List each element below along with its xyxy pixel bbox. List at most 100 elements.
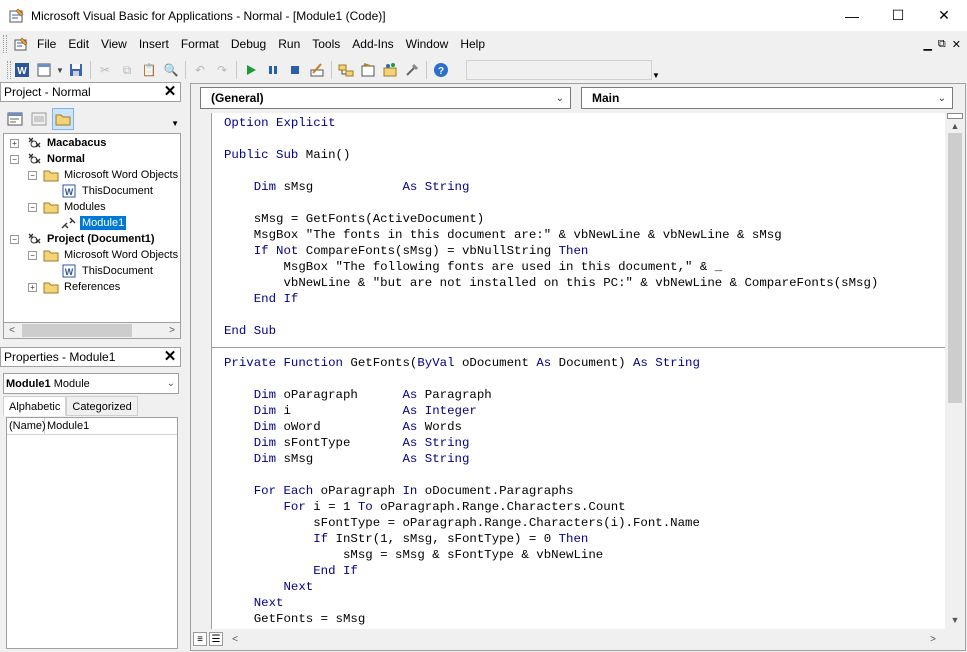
code-line[interactable]: Public Sub Main() xyxy=(224,147,350,163)
code-line[interactable]: End If xyxy=(224,563,358,579)
menu-run[interactable]: Run xyxy=(272,31,306,57)
code-line[interactable]: sMsg = sMsg & sFontType & vbNewLine xyxy=(224,547,603,563)
code-line[interactable]: If InStr(1, sMsg, sFontType) = 0 Then xyxy=(224,531,588,547)
maximize-button[interactable]: ☐ xyxy=(875,0,921,31)
code-line[interactable]: For Each oParagraph In oDocument.Paragra… xyxy=(224,483,574,499)
collapse-minus-icon[interactable]: − xyxy=(10,155,19,164)
collapse-minus-icon[interactable]: − xyxy=(10,235,19,244)
code-editor[interactable]: Option Explicit Public Sub Main() Dim sMs… xyxy=(211,113,946,629)
project-tree-hscrollbar[interactable]: < > xyxy=(3,322,181,339)
menu-edit[interactable]: Edit xyxy=(62,31,95,57)
code-line[interactable]: MsgBox "The fonts in this document are:"… xyxy=(224,227,782,243)
toolbar-options-icon[interactable]: ▼ xyxy=(652,60,662,80)
minimize-button[interactable]: — xyxy=(829,0,875,31)
chevron-down-icon[interactable]: ⌄ xyxy=(556,93,564,104)
margin-indicator-bar[interactable] xyxy=(193,113,211,629)
code-line[interactable]: End Sub xyxy=(224,323,276,339)
view-object-icon[interactable] xyxy=(28,108,50,130)
scroll-left-icon[interactable]: < xyxy=(227,634,243,645)
collapse-minus-icon[interactable]: − xyxy=(28,203,37,212)
copy-icon[interactable]: ⧉ xyxy=(116,59,138,81)
mdi-close-button[interactable]: ✕ xyxy=(952,38,961,51)
menu-add-ins[interactable]: Add-Ins xyxy=(346,31,399,57)
code-line[interactable]: vbNewLine & "but are not installed on th… xyxy=(224,275,878,291)
menu-view[interactable]: View xyxy=(95,31,133,57)
tree-node-module1[interactable]: Module1 xyxy=(61,215,126,231)
code-line[interactable]: End If xyxy=(224,291,298,307)
code-line[interactable]: Dim sMsg As String xyxy=(224,179,469,195)
dropdown-arrow-icon[interactable]: ▼ xyxy=(55,59,65,81)
code-line[interactable]: Dim sMsg As String xyxy=(224,451,469,467)
menu-file[interactable]: File xyxy=(31,31,62,57)
properties-window-icon[interactable] xyxy=(357,59,379,81)
properties-object-select[interactable]: Module1 Module ⌄ xyxy=(3,373,179,394)
scroll-thumb[interactable] xyxy=(948,133,962,403)
reset-icon[interactable] xyxy=(284,59,306,81)
view-code-icon[interactable] xyxy=(4,108,26,130)
expand-plus-icon[interactable]: + xyxy=(10,139,19,148)
object-combo[interactable]: (General) ⌄ xyxy=(200,87,571,109)
collapse-minus-icon[interactable]: − xyxy=(28,251,37,260)
code-line[interactable]: Next xyxy=(224,579,313,595)
properties-pane-close-button[interactable]: ✕ xyxy=(162,349,178,365)
code-line[interactable]: Dim i As Integer xyxy=(224,403,477,419)
undo-icon[interactable]: ↶ xyxy=(189,59,211,81)
procedure-view-icon[interactable]: ≡ xyxy=(193,632,207,646)
tree-node-macabacus[interactable]: + Macabacus xyxy=(10,135,108,151)
project-pane-close-button[interactable]: ✕ xyxy=(162,84,178,100)
mdi-restore-button[interactable]: ⧉ xyxy=(938,38,946,51)
menu-format[interactable]: Format xyxy=(175,31,225,57)
tree-node-references[interactable]: + References xyxy=(28,279,122,295)
design-mode-icon[interactable] xyxy=(306,59,328,81)
tree-node-normal[interactable]: − Normal xyxy=(10,151,87,167)
scroll-thumb[interactable] xyxy=(22,324,132,337)
redo-icon[interactable]: ↷ xyxy=(211,59,233,81)
code-line[interactable]: Dim sFontType As String xyxy=(224,435,469,451)
help-icon[interactable]: ? xyxy=(430,59,452,81)
menu-window[interactable]: Window xyxy=(400,31,455,57)
code-line[interactable]: For i = 1 To oParagraph.Range.Characters… xyxy=(224,499,626,515)
tree-node-project-document1[interactable]: − Project (Document1) xyxy=(10,231,157,247)
menu-tools[interactable]: Tools xyxy=(306,31,346,57)
code-line[interactable]: Option Explicit xyxy=(224,115,336,131)
scroll-right-icon[interactable]: > xyxy=(925,634,941,645)
code-vscrollbar[interactable]: ▲ ▼ xyxy=(945,113,965,629)
paste-icon[interactable]: 📋 xyxy=(138,59,160,81)
code-line[interactable]: Next xyxy=(224,595,284,611)
code-line[interactable]: If Not CompareFonts(sMsg) = vbNullString… xyxy=(224,243,588,259)
project-explorer-icon[interactable] xyxy=(335,59,357,81)
menu-insert[interactable]: Insert xyxy=(133,31,175,57)
expand-plus-icon[interactable]: + xyxy=(28,283,37,292)
object-browser-icon[interactable] xyxy=(379,59,401,81)
collapse-minus-icon[interactable]: − xyxy=(28,171,37,180)
property-value[interactable]: Module1 xyxy=(45,420,89,432)
menu-help[interactable]: Help xyxy=(454,31,491,57)
close-button[interactable]: ✕ xyxy=(921,0,967,31)
code-line[interactable]: GetFonts = sMsg xyxy=(224,611,365,627)
code-line[interactable]: MsgBox "The following fonts are used in … xyxy=(224,259,722,275)
code-line[interactable]: Dim oWord As Words xyxy=(224,419,462,435)
tree-node-modules[interactable]: − Modules xyxy=(28,199,108,215)
scroll-left-icon[interactable]: < xyxy=(4,325,20,336)
toolbox-icon[interactable] xyxy=(401,59,423,81)
find-icon[interactable]: 🔍 xyxy=(160,59,182,81)
menubar-grip[interactable] xyxy=(3,35,7,53)
save-icon[interactable] xyxy=(65,59,87,81)
split-bar-icon[interactable] xyxy=(947,113,963,119)
menu-debug[interactable]: Debug xyxy=(225,31,272,57)
code-line[interactable]: sFontType = oParagraph.Range.Characters(… xyxy=(224,515,700,531)
scroll-right-icon[interactable]: > xyxy=(164,325,180,336)
view-word-icon[interactable]: W xyxy=(11,59,33,81)
property-row[interactable]: (Name) Module1 xyxy=(7,418,177,435)
scroll-up-icon[interactable]: ▲ xyxy=(945,121,965,131)
tree-node-thisdocument-2[interactable]: W ThisDocument xyxy=(61,263,155,279)
scroll-down-icon[interactable]: ▼ xyxy=(945,615,965,625)
code-line[interactable]: sMsg = GetFonts(ActiveDocument) xyxy=(224,211,484,227)
code-line[interactable]: Dim oParagraph As Paragraph xyxy=(224,387,492,403)
cut-icon[interactable]: ✂ xyxy=(94,59,116,81)
tab-alphabetic[interactable]: Alphabetic xyxy=(3,396,66,416)
mdi-minimize-button[interactable]: ▁ xyxy=(923,38,931,51)
toggle-folders-icon[interactable] xyxy=(52,108,74,130)
tree-node-word-objects-2[interactable]: − Microsoft Word Objects xyxy=(28,247,180,263)
vba-app-icon[interactable] xyxy=(9,8,25,24)
